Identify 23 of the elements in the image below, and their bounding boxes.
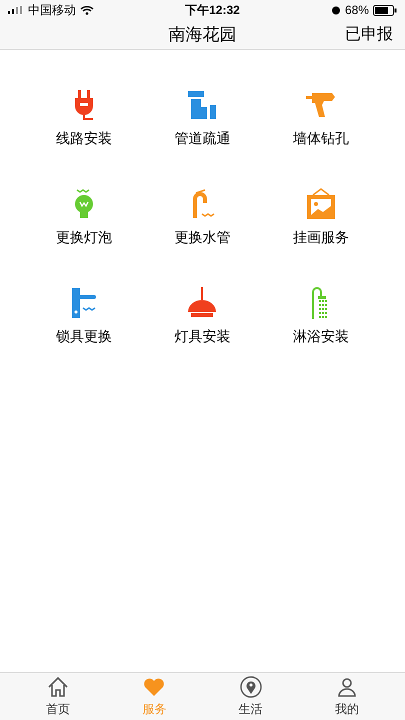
location-pin-icon bbox=[238, 675, 263, 699]
home-icon bbox=[46, 675, 70, 699]
service-item[interactable]: 挂画服务 bbox=[262, 187, 380, 248]
clock: 下午12:32 bbox=[185, 2, 240, 19]
service-item[interactable]: 灯具安装 bbox=[143, 286, 262, 347]
service-item[interactable]: 淋浴安装 bbox=[262, 286, 380, 347]
service-item[interactable]: 更换灯泡 bbox=[25, 187, 144, 248]
reported-link[interactable]: 已申报 bbox=[345, 22, 393, 46]
carrier: 中国移动 bbox=[28, 2, 76, 19]
alarm-icon bbox=[330, 5, 341, 15]
tab-item[interactable]: 首页 bbox=[10, 673, 106, 720]
service-item[interactable]: 管道疏通 bbox=[143, 88, 262, 149]
service-item[interactable]: 线路安装 bbox=[25, 88, 144, 149]
page-title: 南海花园 bbox=[168, 24, 236, 46]
signal-icon bbox=[8, 6, 24, 14]
service-item[interactable]: 锁具更换 bbox=[25, 286, 144, 347]
tab-item[interactable]: 我的 bbox=[298, 673, 395, 720]
tab-item[interactable]: 生活 bbox=[202, 673, 299, 720]
battery-icon bbox=[372, 4, 397, 16]
service-item[interactable]: 墙体钻孔 bbox=[262, 88, 380, 149]
battery-percent: 68% bbox=[344, 2, 369, 19]
service-item[interactable]: 更换水管 bbox=[143, 187, 262, 248]
wifi-icon bbox=[80, 5, 94, 15]
